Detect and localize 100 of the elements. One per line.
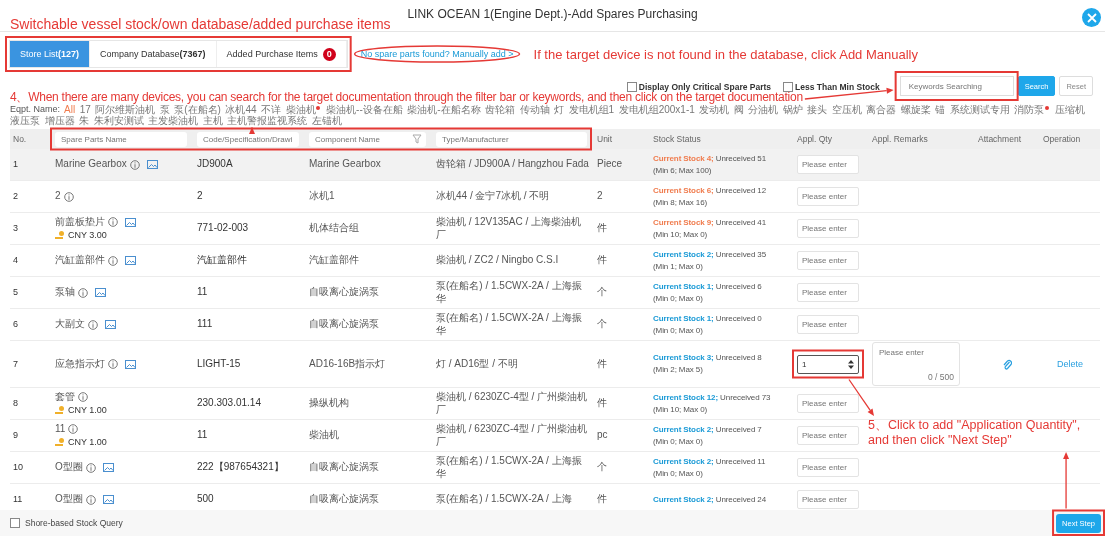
filter-option[interactable]: 传动轴 <box>519 104 550 115</box>
filter-option[interactable]: 齿轮箱 <box>485 104 516 115</box>
filter-option[interactable]: 灯 <box>554 104 565 115</box>
filter-option[interactable]: 螺旋桨 <box>900 104 931 115</box>
table-cell: 2 <box>13 191 18 202</box>
filter-option[interactable]: 发电机组200x1-1 <box>618 104 695 115</box>
table-cell: 6 <box>13 319 18 330</box>
stock-status: Current Stock 1; Unreceived 6 (Min 0; Max 0) <box>653 280 763 305</box>
table-cell: 自吸离心旋涡泵 <box>309 318 379 330</box>
quantity-field[interactable]: Please enter <box>797 251 859 270</box>
table-cell: 冰机1 <box>309 190 335 202</box>
char-counter: 0 / 500 <box>928 370 954 383</box>
part-name[interactable]: 2 <box>55 190 61 203</box>
checkbox[interactable] <box>626 82 637 92</box>
annotation-box <box>792 349 864 379</box>
table-cell: 4 <box>13 255 18 266</box>
filter-field[interactable]: Type/Manufacturer <box>436 131 587 147</box>
quantity-field[interactable]: Please enter <box>797 219 859 238</box>
filter-option[interactable]: 主机 <box>202 115 223 126</box>
quantity-field[interactable]: Please enter <box>797 490 859 509</box>
filter-option[interactable]: 柴油机--设备在船 <box>326 104 403 115</box>
filter-option[interactable]: 接头 <box>807 104 828 115</box>
checkbox[interactable] <box>783 82 794 92</box>
checkbox-label: Less Than Min Stock <box>795 82 880 92</box>
part-name[interactable]: Marine Gearbox <box>55 158 127 171</box>
part-name[interactable]: 泵轴 <box>55 286 75 299</box>
part-name[interactable]: 套管 <box>55 391 75 404</box>
checkbox[interactable] <box>10 518 20 528</box>
part-name[interactable]: 大副文 <box>55 318 85 331</box>
column-header: Attachment <box>978 134 1021 144</box>
filter-option[interactable]: 增压器 <box>44 115 75 126</box>
info-icon <box>108 359 118 369</box>
annotation-text: If the target device is not found in the database, click Add Manually <box>533 46 918 62</box>
quantity-field[interactable]: Please enter <box>797 283 859 302</box>
close-button[interactable] <box>1082 8 1101 27</box>
info-icon <box>85 494 96 505</box>
part-name[interactable]: O型圈 <box>55 461 83 474</box>
table-cell: 自吸离心旋涡泵 <box>309 461 379 473</box>
quantity-field[interactable]: Please enter <box>797 458 859 477</box>
filter-option[interactable]: 主发柴油机 <box>148 115 198 126</box>
filter-option[interactable]: 压缩机 <box>1054 104 1085 115</box>
quantity-field[interactable]: Please enter <box>797 426 859 445</box>
filter-field[interactable]: Component Name <box>309 131 426 147</box>
filter-option[interactable]: 阿尔维斯油机 <box>95 104 156 115</box>
filter-option[interactable]: 分油机 <box>748 104 779 115</box>
filter-option[interactable]: 泵(在船名) <box>174 104 221 115</box>
table-cell: 2 <box>597 190 603 202</box>
filter-option[interactable]: 锅炉 <box>782 104 803 115</box>
filter-option[interactable]: 阀 <box>733 104 744 115</box>
filter-option[interactable]: 液压泵 <box>10 115 40 126</box>
filter-option[interactable]: 系统测试专用 <box>949 104 1010 115</box>
stock-status: Current Stock 9; Unreceived 41 (Min 10; Max 0) <box>653 216 768 241</box>
checkbox-label: Display Only Critical Spare Parts <box>638 82 772 92</box>
table-cell: JD900A <box>197 158 233 170</box>
annotation-arrow <box>848 378 874 416</box>
quantity-field[interactable]: Please enter <box>797 394 859 413</box>
filter-option[interactable]: 左锚机 <box>311 115 342 126</box>
filter-field[interactable]: Code/Specification/Drawi <box>197 131 299 147</box>
tab[interactable]: Store List(127) <box>10 41 91 67</box>
filter-option[interactable]: 柴油机-在船名称 <box>407 104 481 115</box>
filter-option[interactable]: 主机警报监视系统 <box>227 115 307 126</box>
filter-option[interactable]: 离合器 <box>866 104 897 115</box>
table-cell: 泵(在船名) / 1.5CWX-2A / 上海振华 <box>436 280 582 304</box>
filter-option[interactable]: 消防泵 <box>1014 104 1045 115</box>
filter-option[interactable]: 空压机 <box>831 104 862 115</box>
part-name[interactable]: 汽缸盖部件 <box>55 254 105 267</box>
filter-option[interactable]: 不详 <box>261 104 282 115</box>
filter-field[interactable]: Spare Parts Name <box>55 131 187 147</box>
close-icon <box>1086 12 1097 23</box>
filter-option[interactable]: 朱利安测试 <box>93 115 144 126</box>
table-cell: 操纵机构 <box>309 397 349 409</box>
quantity-field[interactable]: Please enter <box>797 315 859 334</box>
filter-option[interactable]: 朱 <box>79 115 89 126</box>
delete-link[interactable]: Delete <box>1057 357 1083 371</box>
filter-option[interactable]: 发电机组1 <box>568 104 615 115</box>
table-cell: 111 <box>197 318 213 330</box>
quantity-field[interactable]: Please enter <box>797 155 859 174</box>
search-field[interactable]: Keywords Searching <box>899 76 1014 96</box>
table-cell: 7 <box>13 358 18 369</box>
filter-option[interactable]: 泵 <box>159 104 170 115</box>
filter-option[interactable]: 冰机44 <box>225 104 257 115</box>
table-cell: 件 <box>597 357 607 369</box>
table-cell: 件 <box>597 493 607 505</box>
part-name[interactable]: 前盖板垫片 <box>55 216 105 229</box>
quantity-field[interactable]: Please enter <box>797 187 859 206</box>
price-text: CNY 1.00 <box>68 435 107 448</box>
stock-status: Current Stock 2; Unreceived 7 (Min 0; Max 0) <box>653 423 763 448</box>
part-name[interactable]: 11 <box>55 423 66 436</box>
table-cell: 齿轮箱 / JD900A / Hangzhou Fada <box>436 158 589 170</box>
part-name[interactable]: O型圈 <box>55 493 83 506</box>
quantity-field[interactable]: 1 <box>797 354 859 374</box>
filter-option[interactable]: 发动机 <box>699 104 730 115</box>
table-cell: LIGHT-15 <box>197 357 241 369</box>
filter-option[interactable]: 锚 <box>935 104 946 115</box>
filter-option[interactable]: 17 <box>79 104 91 115</box>
part-name[interactable]: 应急指示灯 <box>55 357 105 371</box>
coin-icon <box>55 405 65 415</box>
filter-option[interactable]: All <box>64 104 76 115</box>
table-cell: 500 <box>197 493 214 505</box>
filter-option[interactable]: 柴油机 <box>285 104 316 115</box>
